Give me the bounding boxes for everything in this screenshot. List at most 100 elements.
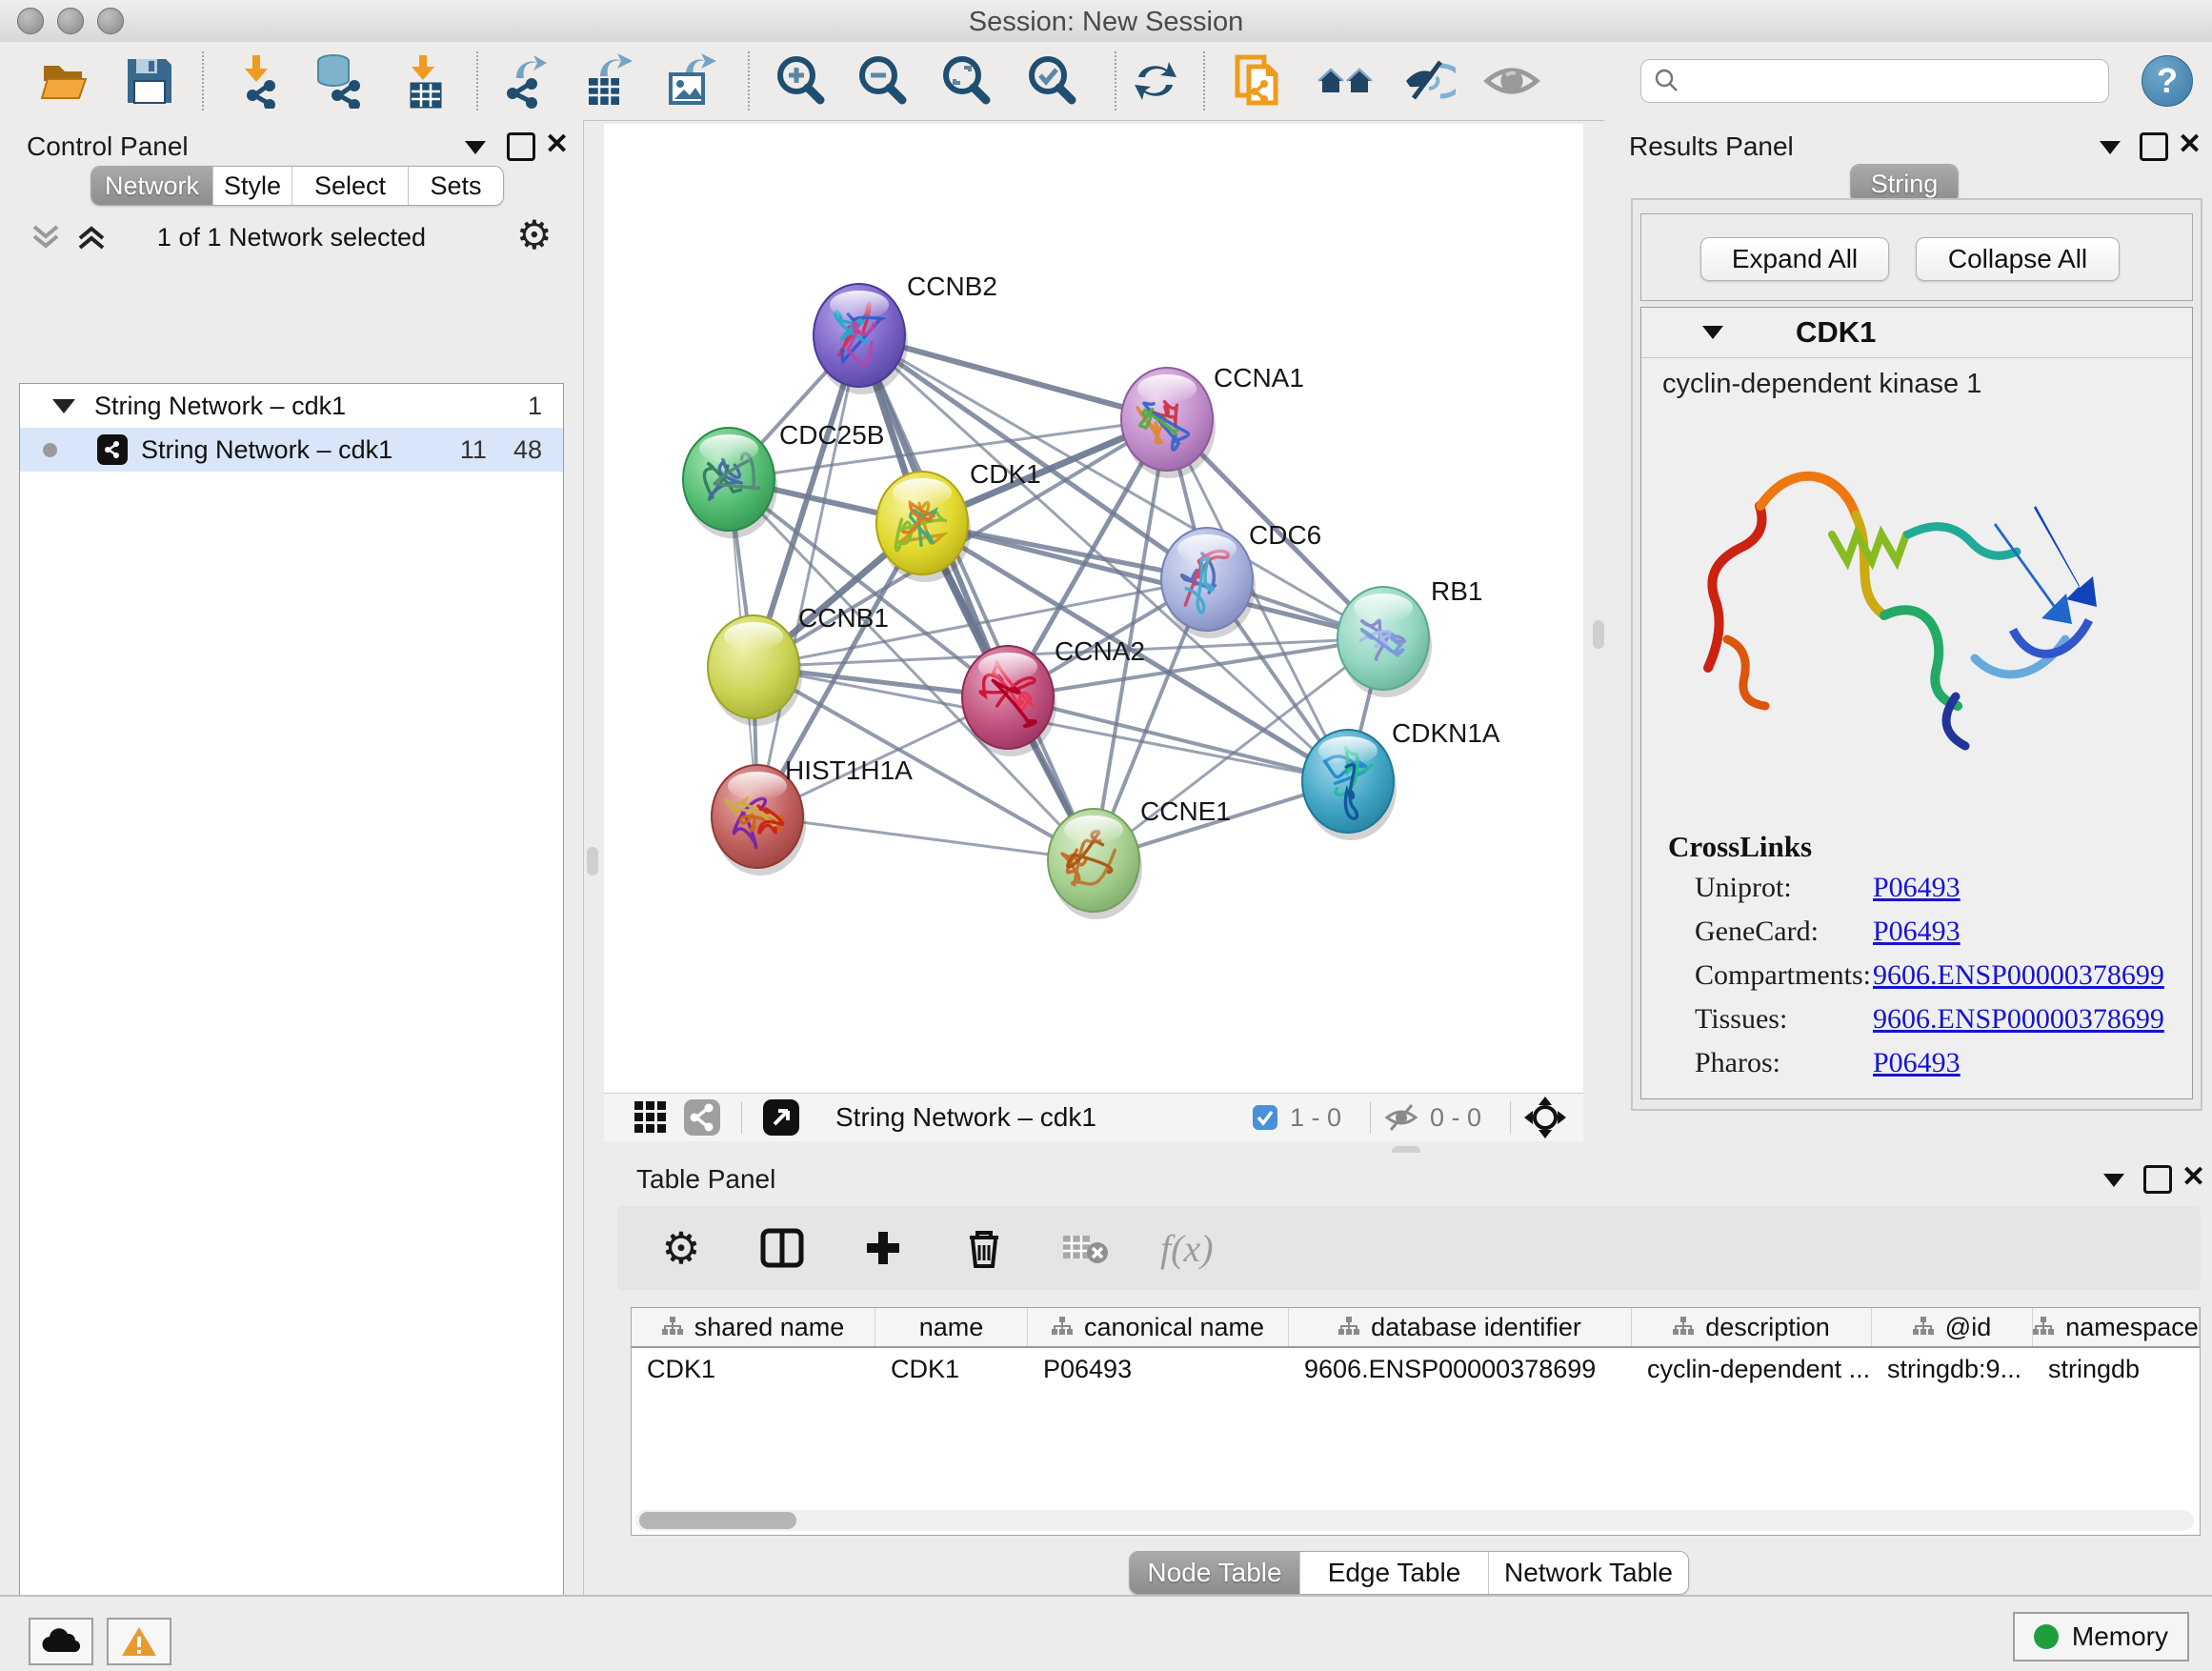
table-tab-network-table[interactable]: Network Table — [1489, 1552, 1688, 1594]
results-panel-float-icon[interactable] — [2140, 132, 2168, 161]
function-builder-icon[interactable]: f(x) — [1160, 1222, 1214, 1274]
cloud-status-button[interactable] — [29, 1618, 93, 1665]
results-panel-menu-icon[interactable] — [2100, 141, 2121, 154]
column-header-shared-name[interactable]: shared name — [632, 1308, 875, 1346]
control-tab-sets[interactable]: Sets — [409, 167, 503, 205]
selected-checkbox-icon[interactable] — [1252, 1104, 1278, 1131]
table-header-row: shared namenamecanonical namedatabase id… — [632, 1308, 2200, 1348]
table-panel-float-icon[interactable] — [2143, 1165, 2172, 1194]
table-cell[interactable]: CDK1 — [632, 1355, 875, 1384]
crosslink-value-link[interactable]: P06493 — [1873, 872, 1961, 904]
table-panel-menu-icon[interactable] — [2103, 1174, 2124, 1187]
network-node-cdkn1a[interactable]: CDKN1A — [1302, 718, 1500, 840]
node-label: RB1 — [1431, 576, 1482, 606]
column-header-description[interactable]: description — [1632, 1308, 1872, 1346]
table-panel-close-icon[interactable]: ✕ — [2182, 1160, 2205, 1194]
import-network-icon[interactable] — [231, 52, 288, 110]
refresh-layout-icon[interactable] — [1127, 52, 1184, 110]
table-cell[interactable]: 9606.ENSP00000378699 — [1289, 1355, 1632, 1384]
control-tab-style[interactable]: Style — [213, 167, 292, 205]
crosslink-value-link[interactable]: P06493 — [1873, 1047, 1961, 1079]
crosslink-value-link[interactable]: 9606.ENSP00000378699 — [1873, 1003, 2164, 1036]
import-table-icon[interactable] — [397, 52, 454, 110]
expand-all-button[interactable]: Expand All — [1700, 237, 1889, 281]
table-tab-edge-table[interactable]: Edge Table — [1300, 1552, 1489, 1594]
control-panel-menu-icon[interactable] — [465, 141, 486, 154]
left-splitter-handle[interactable] — [587, 847, 598, 876]
zoom-in-icon[interactable] — [772, 52, 829, 110]
export-image-icon[interactable] — [662, 52, 719, 110]
memory-button[interactable]: Memory — [2013, 1612, 2189, 1661]
open-session-icon[interactable] — [36, 52, 93, 110]
add-column-icon[interactable] — [857, 1222, 909, 1274]
delete-column-icon[interactable] — [958, 1222, 1010, 1274]
export-network-icon[interactable] — [498, 52, 555, 110]
network-node-cdk1[interactable]: CDK1 — [876, 459, 1041, 582]
network-graph[interactable]: CCNB2CCNA1CDC25BCDK1CDC6RB1CCNB1CCNA2CDK… — [604, 124, 1583, 1093]
hidden-eye-icon[interactable] — [1384, 1102, 1418, 1133]
column-chooser-icon[interactable] — [756, 1222, 808, 1274]
column-header--id[interactable]: @id — [1872, 1308, 2033, 1346]
network-edge[interactable] — [757, 335, 859, 816]
column-header-namespace[interactable]: namespace — [2033, 1308, 2200, 1346]
result-card-header[interactable]: CDK1 — [1641, 308, 2192, 358]
network-node-ccne1[interactable]: CCNE1 — [1048, 796, 1231, 919]
network-row[interactable]: String Network – cdk1 11 48 — [20, 428, 563, 472]
table-gear-icon[interactable]: ⚙ — [655, 1222, 707, 1274]
table-horizontal-scrollbar[interactable] — [635, 1510, 2194, 1531]
network-node-ccna1[interactable]: CCNA1 — [1121, 363, 1304, 478]
results-panel-close-icon[interactable]: ✕ — [2178, 128, 2202, 161]
network-node-cdc6[interactable]: CDC6 — [1161, 520, 1321, 638]
result-expander-icon[interactable] — [1702, 326, 1723, 339]
network-canvas[interactable]: CCNB2CCNA1CDC25BCDK1CDC6RB1CCNB1CCNA2CDK… — [604, 124, 1583, 1093]
column-header-canonical-name[interactable]: canonical name — [1028, 1308, 1289, 1346]
table-cell[interactable]: CDK1 — [875, 1355, 1028, 1384]
grid-mode-icon[interactable] — [625, 1092, 676, 1143]
search-input[interactable] — [1681, 66, 2085, 97]
duplicate-network-icon[interactable] — [1231, 52, 1288, 110]
export-table-icon[interactable] — [578, 52, 635, 110]
table-cell[interactable]: P06493 — [1028, 1355, 1289, 1384]
zoom-out-icon[interactable] — [854, 52, 911, 110]
right-splitter-handle[interactable] — [1593, 620, 1604, 649]
crosslink-value-link[interactable]: 9606.ENSP00000378699 — [1873, 959, 2164, 992]
help-button[interactable]: ? — [2142, 55, 2193, 107]
tab-string[interactable]: String — [1851, 165, 1958, 203]
network-node-ccnb1[interactable]: CCNB1 — [708, 603, 889, 726]
control-panel-float-icon[interactable] — [507, 132, 535, 161]
network-node-rb1[interactable]: RB1 — [1337, 576, 1482, 697]
collection-label: String Network – cdk1 — [94, 392, 346, 421]
zoom-fit-icon[interactable] — [937, 52, 995, 110]
collection-expander-icon[interactable] — [52, 399, 75, 413]
column-header-name[interactable]: name — [875, 1308, 1028, 1346]
control-panel-tabs: NetworkStyleSelectSets — [90, 166, 504, 206]
fit-selected-icon[interactable] — [755, 1092, 807, 1143]
table-cell[interactable]: cyclin-dependent ... — [1632, 1355, 1872, 1384]
network-share-icon[interactable] — [676, 1092, 728, 1143]
network-options-gear-icon[interactable]: ⚙ — [516, 211, 553, 258]
warning-status-button[interactable] — [107, 1618, 171, 1665]
import-database-icon[interactable] — [310, 52, 367, 110]
hide-unselected-icon[interactable] — [1398, 52, 1456, 110]
table-tab-node-table[interactable]: Node Table — [1130, 1552, 1300, 1594]
birdseye-navigator-icon[interactable] — [1524, 1097, 1566, 1138]
search-box[interactable] — [1640, 59, 2109, 103]
collapse-all-button[interactable]: Collapse All — [1916, 237, 2120, 281]
table-cell[interactable]: stringdb — [2033, 1355, 2200, 1384]
scrollbar-thumb[interactable] — [639, 1512, 796, 1529]
control-panel-close-icon[interactable]: ✕ — [545, 128, 569, 161]
crosslink-value-link[interactable]: P06493 — [1873, 916, 1961, 948]
string-home-icon[interactable] — [1317, 52, 1374, 110]
delete-table-icon[interactable] — [1059, 1222, 1111, 1274]
table-cell[interactable]: stringdb:9... — [1872, 1355, 2033, 1384]
control-tab-network[interactable]: Network — [91, 167, 213, 205]
control-tab-select[interactable]: Select — [292, 167, 409, 205]
network-node-hist1h1a[interactable]: HIST1H1A — [712, 755, 913, 876]
table-row[interactable]: CDK1CDK1P064939606.ENSP00000378699cyclin… — [632, 1348, 2200, 1390]
column-header-database-identifier[interactable]: database identifier — [1289, 1308, 1632, 1346]
network-collection-row[interactable]: String Network – cdk1 1 — [20, 384, 563, 428]
zoom-selected-icon[interactable] — [1023, 52, 1080, 110]
network-edge[interactable] — [757, 816, 1094, 860]
save-session-icon[interactable] — [121, 52, 178, 110]
show-all-icon[interactable] — [1483, 52, 1540, 110]
